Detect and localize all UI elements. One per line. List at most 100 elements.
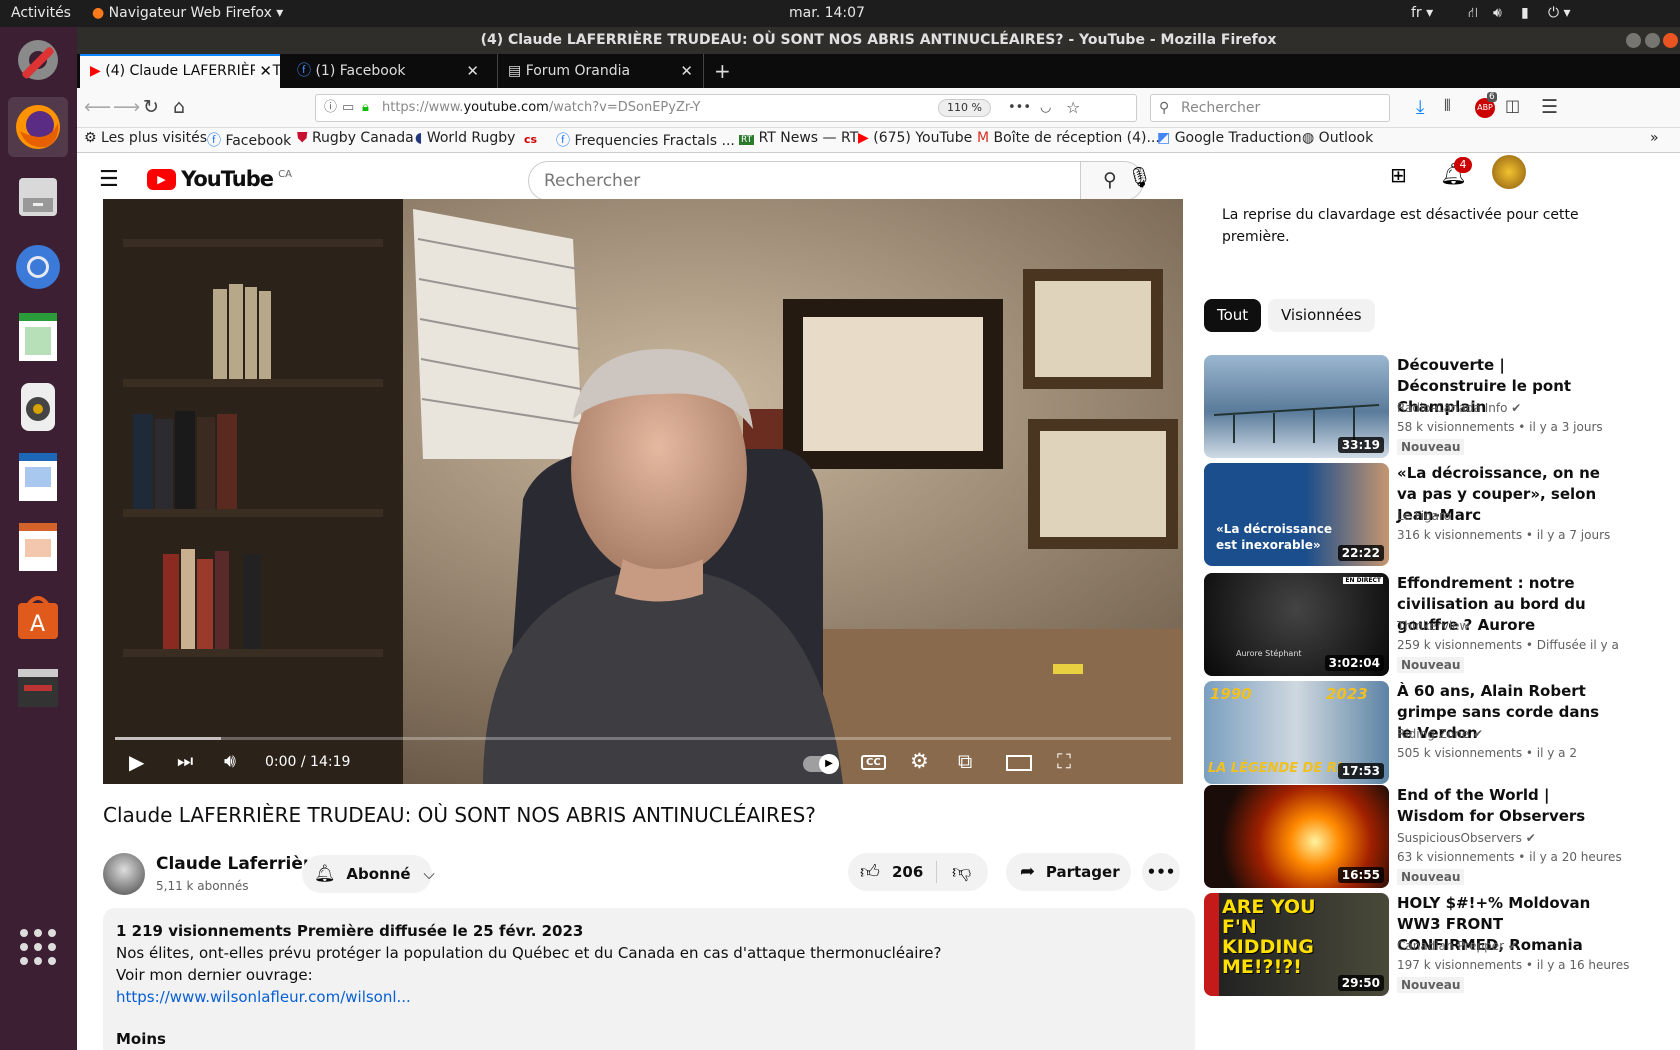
maximize-button[interactable] bbox=[1645, 33, 1660, 48]
recommendation-item[interactable]: EN DIRECT Aurore Stéphant 3:02:04 Effond… bbox=[1204, 573, 1619, 683]
video-thumbnail[interactable]: «La décroissance est inexorable» 22:22 bbox=[1204, 463, 1389, 566]
tab-facebook[interactable]: ⓕ (1) Facebook ✕ bbox=[287, 54, 487, 88]
video-thumbnail[interactable]: 1990 2023 LA LÉGENDE DE RI 17:53 bbox=[1204, 681, 1389, 784]
network-icon[interactable]: ⛙ bbox=[1468, 5, 1478, 23]
theater-mode-icon[interactable] bbox=[1006, 755, 1032, 771]
fullscreen-icon[interactable]: ⛶ bbox=[1057, 749, 1071, 773]
autoplay-toggle[interactable]: ▶ bbox=[803, 754, 839, 774]
permissions-icon[interactable]: ▭ bbox=[342, 95, 354, 121]
recommendation-channel[interactable]: SuspiciousObservers ✔ bbox=[1397, 831, 1536, 845]
minimize-button[interactable] bbox=[1626, 33, 1641, 48]
bookmark-world-rugby[interactable]: ◖ World Rugby bbox=[415, 130, 515, 146]
close-tab-icon[interactable]: ✕ bbox=[255, 56, 272, 86]
progress-bar[interactable] bbox=[115, 737, 1171, 740]
browser-search-field[interactable]: ⚲ Rechercher bbox=[1150, 94, 1390, 122]
writer-document-icon[interactable] bbox=[8, 447, 68, 507]
tab-forum-orandia[interactable]: ▤ Forum Orandia ✕ bbox=[497, 54, 701, 88]
chromium-icon[interactable] bbox=[8, 237, 68, 297]
tab-youtube[interactable]: ▶ (4) Claude LAFERRIÈRE TRUDEA ✕ bbox=[80, 54, 280, 88]
menu-hamburger-icon[interactable]: ☰ bbox=[1541, 96, 1558, 118]
recommendation-channel[interactable]: Riding Zone ✔ bbox=[1397, 727, 1483, 741]
show-applications-icon[interactable] bbox=[8, 917, 68, 977]
bookmark-rt-news[interactable]: RT RT News — RT bbox=[739, 130, 858, 146]
system-settings-icon[interactable] bbox=[8, 30, 68, 90]
recommendation-item[interactable]: 16:55 End of the World | Wisdom for Obse… bbox=[1204, 785, 1622, 895]
guide-menu-icon[interactable]: ☰ bbox=[99, 167, 119, 192]
video-thumbnail[interactable]: 16:55 bbox=[1204, 785, 1389, 888]
youtube-logo[interactable]: ▶ YouTube CA bbox=[147, 167, 292, 197]
recommendation-title[interactable]: End of the World | Wisdom for Observers bbox=[1397, 785, 1612, 827]
recommendation-channel[interactable]: Radio-Canada Info ✔ bbox=[1397, 401, 1521, 415]
chip-watched[interactable]: Visionnées bbox=[1268, 299, 1375, 332]
recommendation-item[interactable]: 33:19 Découverte | Déconstruire le pont … bbox=[1204, 355, 1604, 465]
info-icon[interactable]: ⓘ bbox=[324, 95, 337, 121]
spreadsheet-icon[interactable] bbox=[8, 307, 68, 367]
impress-presentation-icon[interactable] bbox=[8, 517, 68, 577]
recommendation-item[interactable]: 1990 2023 LA LÉGENDE DE RI 17:53 À 60 an… bbox=[1204, 681, 1604, 791]
bookmark-frequencies-fractals[interactable]: ⓕ Frequencies Fractals ... bbox=[556, 130, 735, 150]
recommendation-item[interactable]: ARE YOU F'N KIDDING ME!?!?! 29:50 HOLY $… bbox=[1204, 893, 1629, 1003]
microphone-icon[interactable]: 🎙︎ bbox=[1127, 165, 1152, 189]
settings-gear-icon[interactable]: ⚙ bbox=[910, 749, 929, 773]
bookmark-rugby-canada[interactable]: ⛊ Rugby Canada bbox=[297, 130, 414, 146]
recommendation-channel[interactable]: Thinkerview bbox=[1397, 619, 1469, 633]
bookmark-star-icon[interactable]: ☆ bbox=[1066, 95, 1080, 121]
subtitles-button[interactable]: CC bbox=[861, 755, 886, 770]
firefox-dock-icon[interactable] bbox=[8, 97, 68, 157]
close-window-button[interactable] bbox=[1663, 33, 1678, 48]
recommendation-item[interactable]: «La décroissance est inexorable» 22:22 «… bbox=[1204, 463, 1610, 573]
software-center-icon[interactable]: A bbox=[8, 587, 68, 647]
bookmark-gmail[interactable]: M Boîte de réception (4)... bbox=[977, 130, 1160, 146]
play-button[interactable]: ▶ bbox=[129, 750, 144, 774]
bookmark-facebook[interactable]: ⓕ Facebook bbox=[207, 130, 291, 150]
recommendation-channel[interactable]: Le Figaro bbox=[1397, 509, 1451, 523]
volume-button[interactable]: 🔊︎ bbox=[224, 750, 236, 772]
dislike-button[interactable]: 👎︎ bbox=[952, 853, 971, 891]
video-player[interactable]: ▶ ⏭ 🔊︎ 0:00 / 14:19 ▶ CC ⚙ ⧉ ⛶ bbox=[103, 199, 1183, 784]
sidebar-toggle-icon[interactable]: ◫ bbox=[1505, 96, 1520, 115]
language-indicator[interactable]: fr ▾ bbox=[1411, 5, 1433, 21]
video-editor-icon[interactable] bbox=[8, 657, 68, 717]
youtube-search-input[interactable]: Rechercher bbox=[528, 161, 1081, 201]
page-actions-icon[interactable]: ••• bbox=[1008, 95, 1031, 121]
rhythmbox-icon[interactable] bbox=[8, 377, 68, 437]
battery-icon[interactable]: ▮ bbox=[1521, 5, 1529, 21]
forward-button[interactable]: ⟶ bbox=[113, 96, 140, 118]
description-link[interactable]: https://www.wilsonlafleur.com/wilsonl... bbox=[116, 986, 1182, 1008]
zoom-indicator[interactable]: 110 % bbox=[938, 99, 991, 117]
next-button[interactable]: ⏭ bbox=[177, 751, 193, 772]
downloads-icon[interactable]: ⤓ bbox=[1416, 96, 1424, 118]
subscribe-button[interactable]: 🔔︎ Abonné ⌵ bbox=[302, 855, 435, 893]
reload-button[interactable]: ↻ bbox=[143, 96, 159, 118]
chip-all[interactable]: Tout bbox=[1204, 299, 1262, 332]
pocket-icon[interactable]: ◡ bbox=[1040, 95, 1051, 121]
app-menu[interactable]: ● Navigateur Web Firefox ▾ bbox=[92, 5, 283, 21]
activities-button[interactable]: Activités bbox=[11, 5, 71, 21]
description-box[interactable]: 1 219 visionnements Première diffusée le… bbox=[103, 908, 1195, 1050]
close-tab-icon[interactable]: ✕ bbox=[466, 54, 479, 88]
bookmark-youtube[interactable]: ▶ (675) YouTube bbox=[858, 130, 972, 146]
bookmark-outlook[interactable]: ◍ Outlook bbox=[1302, 130, 1373, 146]
library-icon[interactable]: ⫴ bbox=[1444, 96, 1451, 116]
volume-icon[interactable]: 🔊︎ bbox=[1493, 5, 1502, 21]
address-bar[interactable]: ⓘ ▭ 🔒︎ https://www.youtube.com/watch?v=D… bbox=[315, 94, 1137, 122]
home-button[interactable]: ⌂ bbox=[173, 96, 185, 118]
like-button[interactable]: 👍︎ bbox=[860, 853, 880, 891]
video-thumbnail[interactable]: EN DIRECT Aurore Stéphant 3:02:04 bbox=[1204, 573, 1389, 676]
channel-avatar[interactable] bbox=[103, 853, 145, 895]
clock[interactable]: mar. 14:07 bbox=[789, 5, 865, 21]
create-video-icon[interactable]: ⊞ bbox=[1390, 163, 1407, 187]
file-cabinet-icon[interactable] bbox=[8, 167, 68, 227]
video-thumbnail[interactable]: 33:19 bbox=[1204, 355, 1389, 458]
show-less-button[interactable]: Moins bbox=[116, 1028, 1182, 1050]
recommendation-channel[interactable]: Canadian Prepper ✔ bbox=[1397, 939, 1518, 953]
account-avatar[interactable] bbox=[1492, 155, 1526, 189]
bookmarks-overflow-icon[interactable]: » bbox=[1650, 130, 1659, 146]
close-tab-icon[interactable]: ✕ bbox=[680, 54, 693, 88]
share-button[interactable]: ➦ Partager bbox=[1006, 853, 1131, 891]
bookmark-google-translate[interactable]: ◩ Google Traduction bbox=[1157, 130, 1302, 146]
new-tab-button[interactable]: + bbox=[703, 54, 733, 88]
miniplayer-icon[interactable]: ⧉ bbox=[958, 749, 972, 773]
bookmark-most-visited[interactable]: ⚙ Les plus visités bbox=[84, 130, 207, 146]
lock-icon[interactable]: 🔒︎ bbox=[362, 95, 369, 121]
